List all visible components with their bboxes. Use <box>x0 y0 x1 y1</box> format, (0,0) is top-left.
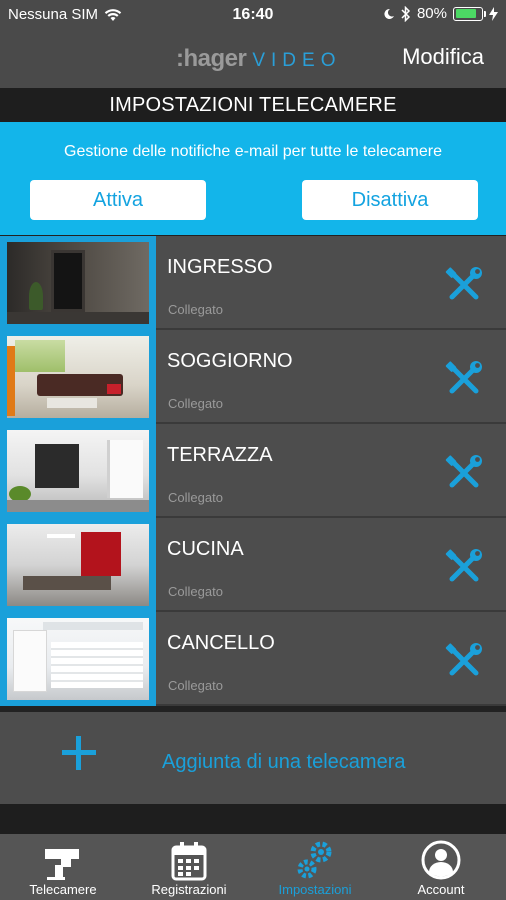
logo-product: VIDEO <box>252 50 342 71</box>
enable-notifications-button[interactable]: Attiva <box>30 180 206 220</box>
camera-status: Collegato <box>168 490 223 505</box>
wrench-screwdriver-icon[interactable] <box>444 455 484 491</box>
camera-name: INGRESSO <box>167 256 273 278</box>
tab-telecamere[interactable]: Telecamere <box>0 834 126 900</box>
camera-icon <box>45 849 79 880</box>
user-icon <box>421 840 461 880</box>
tab-registrazioni[interactable]: Registrazioni <box>126 834 252 900</box>
tab-label: Account <box>417 882 465 897</box>
camera-thumbnail[interactable] <box>0 424 156 518</box>
add-camera-button[interactable]: Aggiunta di una telecamera <box>0 712 506 804</box>
list-footer <box>0 804 506 834</box>
camera-row-ingresso[interactable]: INGRESSO Collegato <box>0 236 506 330</box>
app-logo: :hager VIDEO <box>176 45 341 73</box>
wrench-screwdriver-icon[interactable] <box>444 267 484 303</box>
camera-name: TERRAZZA <box>167 444 273 466</box>
camera-status: Collegato <box>168 302 223 317</box>
camera-status: Collegato <box>168 396 223 411</box>
tab-label: Telecamere <box>29 882 97 897</box>
camera-status: Collegato <box>168 678 223 693</box>
camera-status: Collegato <box>168 584 223 599</box>
camera-preview-image <box>7 430 149 512</box>
tab-bar: Telecamere Registrazioni Impostazioni Ac… <box>0 834 506 900</box>
tab-account[interactable]: Account <box>378 834 504 900</box>
camera-name: SOGGIORNO <box>167 350 293 372</box>
disable-notifications-button[interactable]: Disattiva <box>302 180 478 220</box>
camera-preview-image <box>7 618 149 700</box>
notifications-description: Gestione delle notifiche e-mail per tutt… <box>64 143 442 160</box>
wrench-screwdriver-icon[interactable] <box>444 549 484 585</box>
battery-fill <box>455 9 476 18</box>
status-right: 80% <box>383 5 498 22</box>
bluetooth-icon <box>401 5 411 22</box>
battery-percent: 80% <box>416 5 447 22</box>
camera-thumbnail[interactable] <box>0 236 156 330</box>
camera-thumbnail[interactable] <box>0 612 156 706</box>
email-notifications-panel: Gestione delle notifiche e-mail per tutt… <box>0 122 506 235</box>
camera-row-cancello[interactable]: CANCELLO Collegato <box>0 612 506 706</box>
camera-name: CANCELLO <box>167 632 275 654</box>
camera-preview-image <box>7 524 149 606</box>
battery-icon <box>453 6 486 21</box>
camera-row-terrazza[interactable]: TERRAZZA Collegato <box>0 424 506 518</box>
camera-row-soggiorno[interactable]: SOGGIORNO Collegato <box>0 330 506 424</box>
nav-bar: :hager VIDEO Modifica <box>0 30 506 88</box>
charging-icon <box>489 6 498 21</box>
wrench-screwdriver-icon[interactable] <box>444 643 484 679</box>
camera-list: INGRESSO Collegato SOGGIORNO Collegato T… <box>0 236 506 706</box>
calendar-icon <box>171 842 207 881</box>
add-camera-label: Aggiunta di una telecamera <box>162 751 406 773</box>
camera-thumbnail[interactable] <box>0 518 156 612</box>
moon-icon <box>384 8 394 19</box>
logo-brand: :hager <box>176 45 247 72</box>
tab-impostazioni[interactable]: Impostazioni <box>252 834 378 900</box>
tab-label: Impostazioni <box>278 882 352 897</box>
camera-row-cucina[interactable]: CUCINA Collegato <box>0 518 506 612</box>
plus-icon <box>62 736 96 770</box>
tab-label: Registrazioni <box>151 882 227 897</box>
camera-preview-image <box>7 336 149 418</box>
gears-icon <box>297 841 332 879</box>
camera-thumbnail[interactable] <box>0 330 156 424</box>
status-bar: Nessuna SIM 16:40 80% <box>0 0 506 30</box>
camera-name: CUCINA <box>167 538 244 560</box>
camera-preview-image <box>7 242 149 324</box>
edit-button[interactable]: Modifica <box>402 44 484 70</box>
wrench-screwdriver-icon[interactable] <box>444 361 484 397</box>
page-title: IMPOSTAZIONI TELECAMERE <box>0 88 506 122</box>
